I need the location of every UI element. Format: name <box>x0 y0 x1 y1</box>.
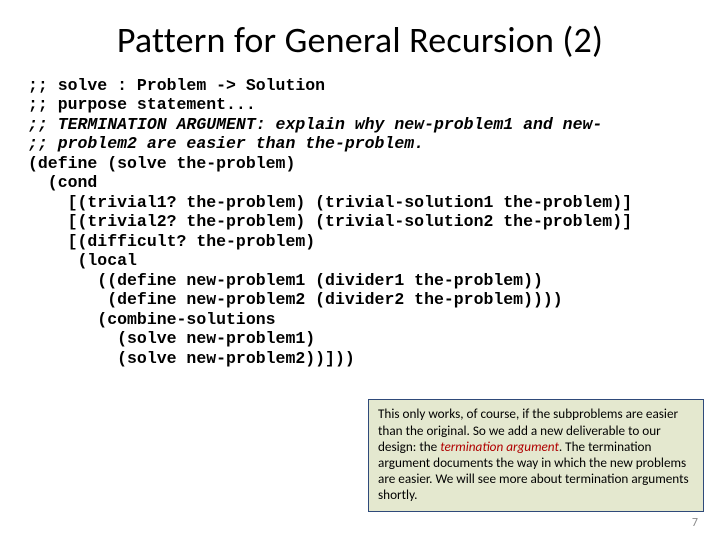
callout-box: This only works, of course, if the subpr… <box>368 399 704 512</box>
code-line: ;; purpose statement... <box>28 95 256 114</box>
code-line-term: ;; problem2 are easier than the-problem. <box>28 134 424 153</box>
code-line: ((define new-problem1 (divider1 the-prob… <box>28 271 543 290</box>
code-line: (define (solve the-problem) <box>28 154 295 173</box>
code-line: (solve new-problem1) <box>28 329 315 348</box>
slide: Pattern for General Recursion (2) ;; sol… <box>0 0 720 540</box>
code-line: (combine-solutions <box>28 310 276 329</box>
code-line: ;; solve : Problem -> Solution <box>28 76 325 95</box>
code-line: [(trivial2? the-problem) (trivial-soluti… <box>28 212 632 231</box>
code-line: (cond <box>28 173 97 192</box>
callout-term: termination argument <box>440 438 559 455</box>
code-block: ;; solve : Problem -> Solution ;; purpos… <box>0 70 720 368</box>
code-line: (define new-problem2 (divider2 the-probl… <box>28 290 563 309</box>
slide-title: Pattern for General Recursion (2) <box>0 0 720 70</box>
code-line: (local <box>28 251 137 270</box>
code-line: [(trivial1? the-problem) (trivial-soluti… <box>28 193 632 212</box>
code-line: (solve new-problem2))])) <box>28 349 355 368</box>
page-number: 7 <box>692 516 698 530</box>
code-line: [(difficult? the-problem) <box>28 232 315 251</box>
code-line-term: ;; TERMINATION ARGUMENT: explain why new… <box>28 115 602 134</box>
